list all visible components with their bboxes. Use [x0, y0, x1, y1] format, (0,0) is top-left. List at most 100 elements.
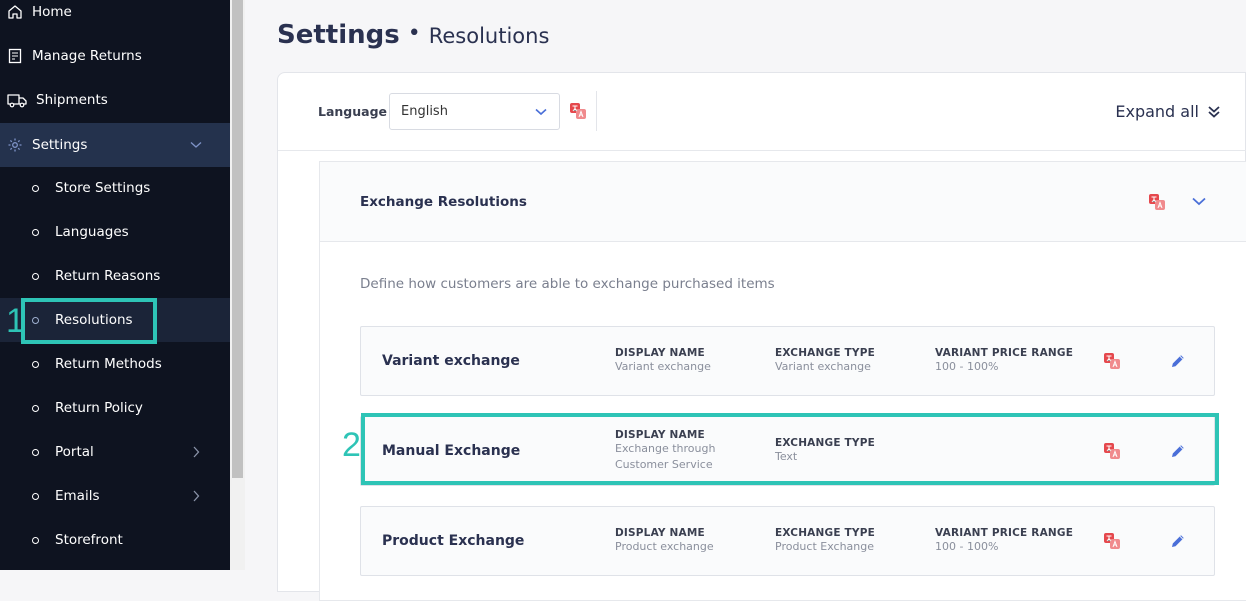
- bullet-icon: [32, 448, 39, 456]
- nav-shipments[interactable]: Shipments: [0, 78, 230, 122]
- card-title: Product Exchange: [382, 533, 525, 549]
- resolution-card-variant-exchange: Variant exchange DISPLAY NAME Variant ex…: [360, 326, 1215, 396]
- page-title-main: Settings: [277, 20, 400, 50]
- display-name-field: DISPLAY NAME Exchange through Customer S…: [615, 429, 715, 473]
- field-value: 100 - 100%: [935, 540, 999, 553]
- field-value: Product Exchange: [775, 540, 875, 553]
- nav-manage-returns[interactable]: Manage Returns: [0, 34, 230, 78]
- section-header[interactable]: Exchange Resolutions: [320, 162, 1246, 242]
- chevron-down-icon[interactable]: [1192, 197, 1206, 206]
- exchange-resolutions-section: Exchange Resolutions Define how customer…: [319, 161, 1246, 601]
- sidebar-item-return-reasons[interactable]: Return Reasons: [0, 254, 230, 298]
- translate-icon[interactable]: [1103, 532, 1121, 550]
- nav-home-label: Home: [32, 4, 72, 20]
- sidebar-item-label: Return Policy: [55, 400, 143, 416]
- settings-panel: Language English Expand all Exchange Res…: [277, 72, 1246, 601]
- returns-icon: [8, 48, 22, 64]
- sidebar-item-storefront[interactable]: Storefront: [0, 518, 230, 562]
- annotation-number-2: 2: [342, 426, 361, 464]
- translate-icon[interactable]: [569, 102, 587, 120]
- field-label: EXCHANGE TYPE: [775, 347, 875, 359]
- chevron-down-icon: [190, 142, 202, 148]
- field-label: DISPLAY NAME: [615, 347, 705, 359]
- section-title: Exchange Resolutions: [360, 194, 527, 210]
- nav-shipments-label: Shipments: [36, 92, 108, 108]
- nav-home[interactable]: Home: [0, 0, 230, 34]
- exchange-type-field: EXCHANGE TYPE Variant exchange: [775, 347, 875, 375]
- sidebar-item-label: Return Methods: [55, 356, 162, 372]
- pencil-icon[interactable]: [1170, 533, 1186, 549]
- sidebar-item-label: Return Reasons: [55, 268, 161, 284]
- home-icon: [8, 5, 22, 19]
- sidebar-item-return-policy[interactable]: Return Policy: [0, 386, 230, 430]
- chevron-down-icon: [535, 108, 547, 116]
- page-title: Settings • Resolutions: [277, 20, 549, 50]
- field-label: VARIANT PRICE RANGE: [935, 347, 1074, 359]
- bullet-icon: [32, 272, 39, 280]
- translate-icon[interactable]: [1148, 193, 1166, 211]
- field-label: EXCHANGE TYPE: [775, 527, 875, 539]
- title-separator: •: [407, 21, 421, 46]
- nav-settings-label: Settings: [32, 137, 88, 153]
- sidebar-item-resolutions[interactable]: Resolutions: [0, 298, 230, 342]
- field-label: EXCHANGE TYPE: [775, 437, 875, 449]
- chevron-right-icon: [193, 446, 200, 458]
- sidebar-item-label: Storefront: [55, 532, 123, 548]
- card-title: Variant exchange: [382, 353, 520, 369]
- field-value: Customer Service: [615, 458, 713, 471]
- sidebar: Home Manage Returns Shipments Settings S…: [0, 0, 230, 570]
- expand-all-button[interactable]: Expand all: [1115, 102, 1221, 121]
- annotation-number-1: 1: [6, 302, 25, 340]
- resolution-card-manual-exchange: Manual Exchange DISPLAY NAME Exchange th…: [360, 416, 1215, 486]
- field-label: DISPLAY NAME: [615, 429, 705, 441]
- resolution-card-product-exchange: Product Exchange DISPLAY NAME Product ex…: [360, 506, 1215, 576]
- field-value: 100 - 100%: [935, 360, 999, 373]
- translate-icon[interactable]: [1103, 442, 1121, 460]
- nav-manage-returns-label: Manage Returns: [32, 48, 142, 64]
- nav-settings[interactable]: Settings: [0, 123, 230, 167]
- sidebar-item-emails[interactable]: Emails: [0, 474, 230, 518]
- display-name-field: DISPLAY NAME Variant exchange: [615, 347, 711, 375]
- variant-price-range-field: VARIANT PRICE RANGE 100 - 100%: [935, 527, 1073, 555]
- exchange-type-field: EXCHANGE TYPE Product Exchange: [775, 527, 875, 555]
- field-value: Text: [775, 450, 798, 463]
- bullet-icon: [32, 404, 39, 412]
- translate-icon[interactable]: [1103, 352, 1121, 370]
- bullet-icon: [32, 184, 39, 192]
- scrollbar-thumb[interactable]: [232, 0, 243, 478]
- sidebar-item-label: Resolutions: [55, 312, 133, 328]
- sidebar-scrollbar[interactable]: [230, 0, 245, 570]
- chevron-right-icon: [193, 490, 200, 502]
- expand-all-label: Expand all: [1115, 102, 1199, 121]
- double-chevron-down-icon: [1208, 105, 1220, 118]
- field-label: VARIANT PRICE RANGE: [935, 527, 1074, 539]
- language-select-value: English: [401, 104, 448, 119]
- sidebar-item-label: Portal: [55, 444, 94, 460]
- variant-price-range-field: VARIANT PRICE RANGE 100 - 100%: [935, 347, 1073, 375]
- field-label: DISPLAY NAME: [615, 527, 705, 539]
- sidebar-item-label: Store Settings: [55, 180, 151, 196]
- exchange-type-field: EXCHANGE TYPE Text: [775, 437, 875, 465]
- section-description: Define how customers are able to exchang…: [360, 276, 775, 292]
- sidebar-item-label: Emails: [55, 488, 100, 504]
- bullet-icon: [32, 492, 39, 500]
- language-select[interactable]: English: [389, 93, 560, 130]
- sidebar-item-store-settings[interactable]: Store Settings: [0, 166, 230, 210]
- language-label: Language: [318, 104, 388, 119]
- truck-icon: [7, 94, 27, 108]
- pencil-icon[interactable]: [1170, 443, 1186, 459]
- pencil-icon[interactable]: [1170, 353, 1186, 369]
- page-subtitle: Resolutions: [428, 24, 550, 48]
- display-name-field: DISPLAY NAME Product exchange: [615, 527, 714, 555]
- field-value: Variant exchange: [615, 360, 711, 373]
- bullet-icon: [32, 360, 39, 368]
- sidebar-item-label: Languages: [55, 224, 129, 240]
- toolbar-divider: [596, 91, 597, 131]
- bullet-icon: [32, 228, 39, 236]
- field-value: Variant exchange: [775, 360, 871, 373]
- sidebar-item-languages[interactable]: Languages: [0, 210, 230, 254]
- sidebar-item-return-methods[interactable]: Return Methods: [0, 342, 230, 386]
- sidebar-item-portal[interactable]: Portal: [0, 430, 230, 474]
- field-value: Exchange through: [615, 442, 716, 455]
- field-value: Product exchange: [615, 540, 714, 553]
